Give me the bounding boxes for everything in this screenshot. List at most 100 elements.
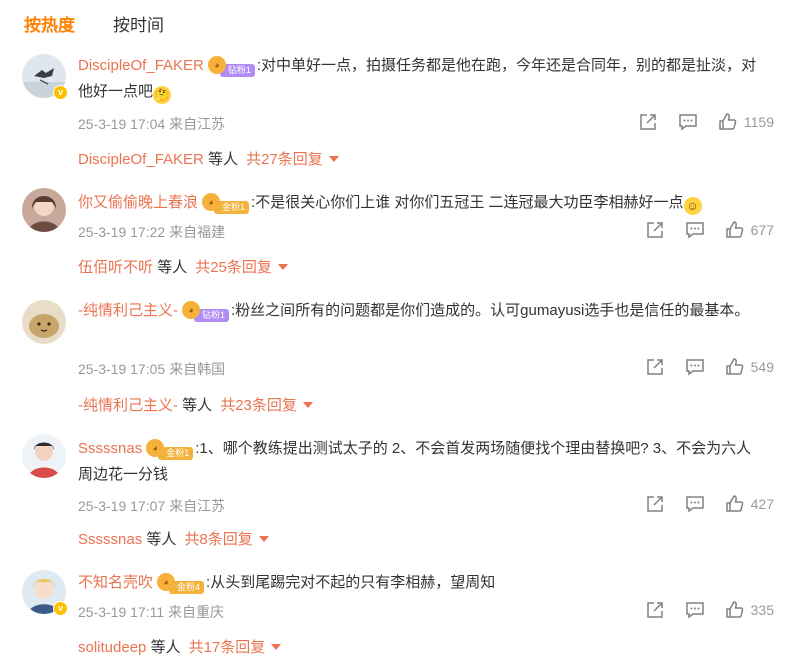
comment-actions: 549 — [645, 357, 774, 377]
comment-time: 25-3-19 17:05 — [78, 361, 166, 377]
caret-down-icon — [271, 644, 282, 650]
reply-total[interactable]: 共27条回复 — [246, 151, 323, 168]
like-count: 335 — [750, 602, 774, 618]
comment-location: 来自江苏 — [169, 116, 226, 132]
comment-icon — [685, 359, 704, 376]
comment-text: :从头到尾踢完对不起的只有李相赫，望周知 — [206, 574, 496, 591]
fan-badge[interactable]: ◕ 金粉4 — [157, 573, 205, 594]
comment-meta: 25-3-19 17:07 来自江苏 — [78, 496, 225, 516]
tab-by-time[interactable]: 按时间 — [113, 11, 164, 36]
reply-total[interactable]: 共23条回复 — [220, 397, 297, 414]
fan-badge[interactable]: ◕ 金粉1 — [146, 439, 194, 460]
reply-username[interactable]: solitudeep — [78, 639, 146, 656]
like-button[interactable]: 1159 — [718, 112, 774, 132]
comment-body: DiscipleOf_FAKER ◕ 钻粉1:对中单好一点，拍摄任务都是他在跑，今年… — [78, 53, 758, 105]
fan-badge[interactable]: ◕ 钻粉1 — [207, 56, 255, 77]
reply-summary[interactable]: Sssssnas 等人 共8条回复 — [78, 528, 269, 549]
like-button[interactable]: 335 — [725, 600, 774, 620]
reply-username[interactable]: DiscipleOf_FAKER — [78, 151, 204, 168]
comment-meta: 25-3-19 17:04 来自江苏 — [78, 114, 225, 134]
share-button[interactable] — [638, 112, 658, 132]
comment-body: 你又偷偷晚上春浪 ◕ 金粉1:不是很关心你们上谁 对你们五冠王 二连冠最大功臣李相赫… — [78, 190, 758, 216]
share-button[interactable] — [645, 220, 665, 240]
reply-suffix: 等人 — [157, 259, 188, 276]
comment-username[interactable]: 你又偷偷晚上春浪 — [78, 194, 198, 211]
tab-by-hot[interactable]: 按热度 — [24, 11, 75, 36]
fan-dog-icon: ◕ — [202, 193, 221, 211]
like-count: 677 — [750, 222, 774, 238]
like-count: 1159 — [743, 114, 774, 130]
comment-location: 来自韩国 — [169, 361, 226, 377]
reply-suffix: 等人 — [208, 151, 239, 168]
reply-summary[interactable]: DiscipleOf_FAKER 等人 共27条回复 — [78, 148, 339, 169]
comment-button[interactable] — [685, 357, 705, 377]
reply-username[interactable]: -纯情利己主义- — [78, 397, 178, 414]
like-count: 427 — [750, 496, 774, 512]
verified-badge-icon: v — [53, 601, 68, 616]
reply-summary[interactable]: 伍佰听不听 等人 共25条回复 — [78, 256, 288, 277]
comment-body: Sssssnas ◕ 金粉1:1、哪个教练提出测试太子的 2、不会首发两场随便找个理… — [78, 436, 758, 488]
like-icon — [725, 495, 743, 512]
like-icon — [719, 113, 737, 130]
comment-location: 来自重庆 — [168, 604, 225, 620]
comment-item: v 不知名壳吹 ◕ 金粉4:从头到尾踢完对不起的只有李相赫，望周知 25-3-19 … — [0, 562, 794, 666]
avatar[interactable] — [22, 434, 66, 478]
reply-summary[interactable]: solitudeep 等人 共17条回复 — [78, 636, 282, 657]
comment-icon — [685, 602, 704, 619]
reply-total[interactable]: 共25条回复 — [195, 259, 272, 276]
comment-item: Sssssnas ◕ 金粉1:1、哪个教练提出测试太子的 2、不会首发两场随便找个理… — [0, 428, 794, 558]
comment-time: 25-3-19 17:04 — [78, 116, 166, 132]
comment-actions: 335 — [645, 600, 774, 620]
share-icon — [640, 114, 656, 130]
share-icon — [646, 359, 663, 375]
comment-button[interactable] — [685, 494, 705, 514]
like-button[interactable]: 549 — [725, 357, 774, 377]
comment-body: -纯情利己主义- ◕ 钻粉1:粉丝之间所有的问题都是你们造成的。认可gumayusi… — [78, 298, 758, 324]
comment-item: 你又偷偷晚上春浪 ◕ 金粉1:不是很关心你们上谁 对你们五冠王 二连冠最大功臣李相赫… — [0, 180, 794, 290]
comment-button[interactable] — [685, 220, 705, 240]
reply-suffix: 等人 — [150, 639, 181, 656]
reply-username[interactable]: 伍佰听不听 — [78, 259, 153, 276]
fan-dog-icon: ◕ — [182, 301, 200, 319]
comment-username[interactable]: -纯情利己主义- — [78, 302, 178, 319]
reply-username[interactable]: Sssssnas — [78, 531, 142, 548]
like-count: 549 — [750, 359, 774, 375]
like-icon — [725, 601, 743, 618]
fan-badge[interactable]: ◕ 钻粉1 — [182, 301, 230, 322]
comment-location: 来自福建 — [169, 224, 226, 240]
share-icon — [646, 496, 663, 512]
comment-actions: 1159 — [638, 112, 774, 132]
comment-username[interactable]: Sssssnas — [78, 440, 142, 457]
reply-total[interactable]: 共8条回复 — [184, 531, 252, 548]
share-button[interactable] — [645, 600, 665, 620]
share-button[interactable] — [645, 357, 665, 377]
comment-button[interactable] — [685, 600, 705, 620]
reply-summary[interactable]: -纯情利己主义- 等人 共23条回复 — [78, 394, 313, 415]
comment-icon — [685, 496, 704, 513]
comment-actions: 427 — [645, 494, 774, 514]
avatar[interactable] — [22, 300, 66, 344]
comment-text: :不是很关心你们上谁 对你们五冠王 二连冠最大功臣李相赫好一点 — [251, 194, 684, 211]
caret-down-icon — [328, 156, 339, 162]
sort-tabs: 按热度 按时间 — [24, 8, 164, 38]
comment-body: 不知名壳吹 ◕ 金粉4:从头到尾踢完对不起的只有李相赫，望周知 — [78, 570, 758, 596]
comment-text: :粉丝之间所有的问题都是你们造成的。认可gumayusi选手也是信任的最基本。 — [231, 302, 750, 319]
caret-down-icon — [277, 264, 288, 270]
like-button[interactable]: 677 — [725, 220, 774, 240]
share-icon — [646, 602, 663, 618]
comment-username[interactable]: DiscipleOf_FAKER — [78, 57, 204, 74]
comment-username[interactable]: 不知名壳吹 — [78, 574, 153, 591]
comment-item: v DiscipleOf_FAKER ◕ 钻粉1:对中单好一点，拍摄任务都是他在跑，… — [0, 48, 794, 178]
comment-icon — [679, 114, 697, 131]
comment-item: -纯情利己主义- ◕ 钻粉1:粉丝之间所有的问题都是你们造成的。认可gumayusi… — [0, 290, 794, 420]
like-button[interactable]: 427 — [725, 494, 774, 514]
comment-meta: 25-3-19 17:11 来自重庆 — [78, 602, 224, 622]
comment-meta: 25-3-19 17:22 来自福建 — [78, 222, 225, 242]
share-button[interactable] — [645, 494, 665, 514]
avatar[interactable] — [22, 188, 66, 232]
verified-badge-icon: v — [53, 85, 68, 100]
comment-button[interactable] — [678, 112, 698, 132]
comment-icon — [685, 222, 704, 239]
fan-badge[interactable]: ◕ 金粉1 — [202, 193, 250, 214]
reply-total[interactable]: 共17条回复 — [189, 639, 266, 656]
